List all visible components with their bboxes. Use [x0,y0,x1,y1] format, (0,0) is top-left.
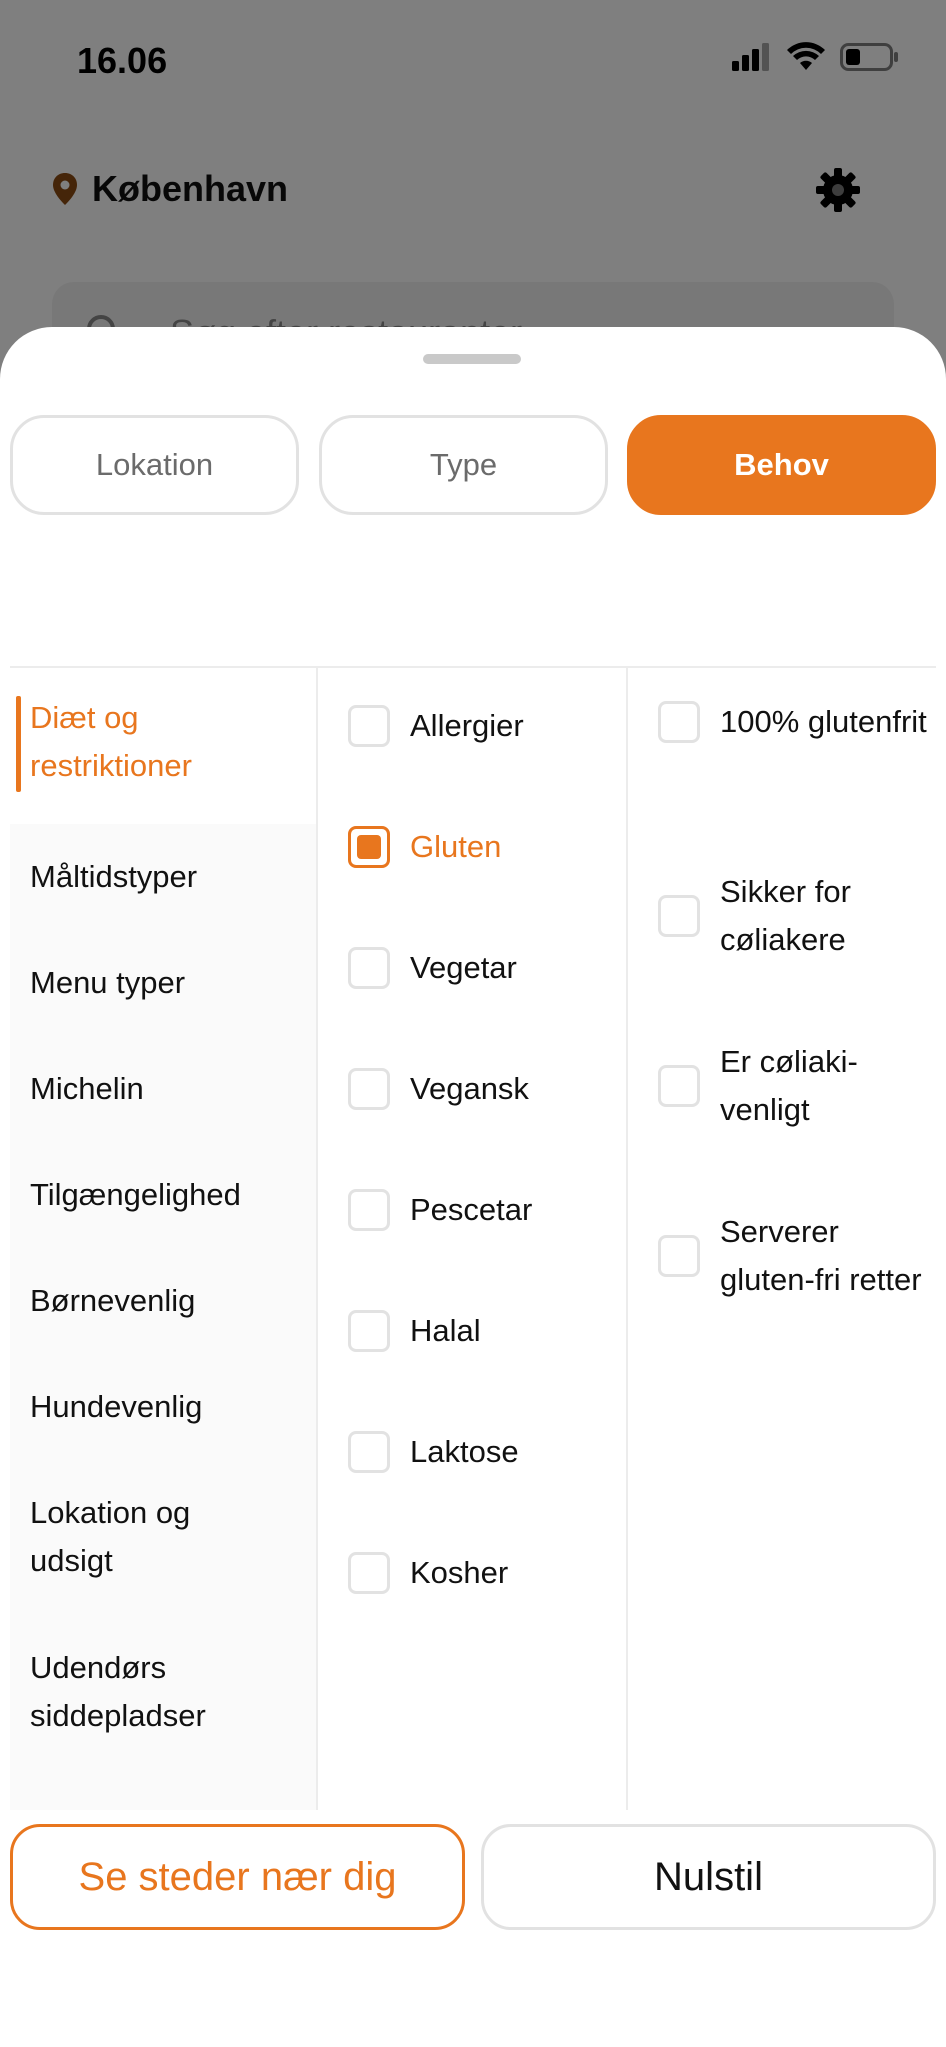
option-label: Laktose [410,1434,519,1469]
category-item[interactable]: Tilgængelighed [10,1142,316,1248]
option-vegansk[interactable]: Vegansk [348,1065,529,1113]
option-label: Allergier [410,708,524,743]
checkbox[interactable] [348,1189,390,1231]
option-kosher[interactable]: Kosher [348,1549,508,1597]
tab-type[interactable]: Type [319,415,608,515]
category-item[interactable]: Diæt og restriktioner [10,668,316,824]
category-item[interactable]: Menu typer [10,930,316,1036]
option-halal[interactable]: Halal [348,1307,481,1355]
sub-option-100-glutenfrit[interactable]: 100% glutenfrit [658,698,930,746]
sheet-grabber[interactable] [423,354,521,364]
option-label: Sikker for cøliakere [720,874,851,957]
checkbox[interactable] [658,1235,700,1277]
background-app: 16.06 [0,0,946,400]
checkbox[interactable] [658,1065,700,1107]
checkbox[interactable] [348,1431,390,1473]
see-places-near-you-button[interactable]: Se steder nær dig [10,1824,465,1930]
option-label: Pescetar [410,1192,533,1227]
option-label: Serverer gluten-fri retter [720,1214,922,1297]
category-item[interactable]: Lokation og udsigt [10,1460,250,1612]
checkbox[interactable] [348,1552,390,1594]
option-label: Vegansk [410,1071,529,1106]
checkbox[interactable] [658,895,700,937]
sub-option-sikker-for-coliakere[interactable]: Sikker for cøliakere [658,868,930,964]
option-pescetar[interactable]: Pescetar [348,1186,532,1234]
category-list: Diæt og restriktioner Måltidstyper Menu … [10,668,318,1810]
sub-option-gluten-fri-retter[interactable]: Serverer gluten-fri retter [658,1208,930,1304]
category-item[interactable]: Michelin [10,1036,316,1142]
checkbox[interactable] [348,1068,390,1110]
sub-option-coliaki-venligt[interactable]: Er cøliaki-venligt [658,1038,930,1134]
option-label: Gluten [410,829,502,864]
category-item[interactable]: Hundevenlig [10,1354,316,1460]
option-allergier[interactable]: Allergier [348,702,524,750]
option-label: Er cøliaki-venligt [720,1044,858,1127]
filter-sheet: Lokation Type Behov Diæt og restriktione… [0,327,946,2047]
filter-tabs: Lokation Type Behov [10,415,936,515]
sub-option-list: 100% glutenfrit Sikker for cøliakere Er … [628,668,936,1810]
option-gluten[interactable]: Gluten [348,823,501,871]
option-list: Allergier Gluten Vegetar Vegansk Pesceta… [318,668,628,1810]
screen: 16.06 [0,0,946,2047]
category-item[interactable]: Børnevenlig [10,1248,316,1354]
checkbox[interactable] [348,947,390,989]
reset-button[interactable]: Nulstil [481,1824,936,1930]
filter-area: Diæt og restriktioner Måltidstyper Menu … [10,668,936,1810]
tab-behov[interactable]: Behov [627,415,936,515]
option-vegetar[interactable]: Vegetar [348,944,517,992]
option-label: Vegetar [410,950,517,985]
checkbox[interactable] [348,705,390,747]
option-label: Kosher [410,1555,509,1590]
option-label: Halal [410,1313,481,1348]
checkbox[interactable] [658,701,700,743]
category-item[interactable]: Udendørs siddepladser [10,1612,250,1764]
tab-lokation[interactable]: Lokation [10,415,299,515]
option-label: 100% glutenfrit [720,704,927,739]
checkbox[interactable] [348,826,390,868]
action-buttons: Se steder nær dig Nulstil [10,1824,936,1930]
category-item[interactable]: Måltidstyper [10,824,316,930]
checkbox[interactable] [348,1310,390,1352]
option-laktose[interactable]: Laktose [348,1428,519,1476]
